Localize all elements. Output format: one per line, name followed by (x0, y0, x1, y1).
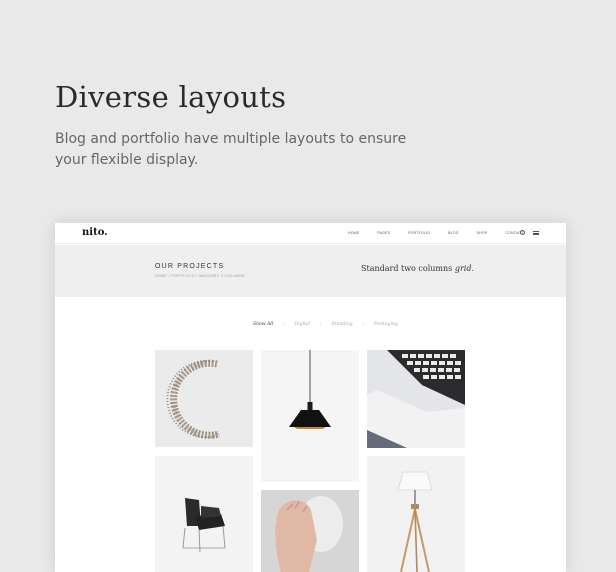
laptop-image (367, 350, 465, 448)
hero-title: Diverse layouts (55, 80, 287, 114)
portfolio-tile-chair[interactable] (155, 456, 253, 572)
preview-nav-home[interactable]: HOME (348, 231, 359, 235)
preview-subtitle-text: Standard two columns (361, 264, 453, 273)
portfolio-tile-hand[interactable] (261, 490, 359, 572)
floor-lamp-image (397, 471, 433, 572)
filter-branding[interactable]: Branding (331, 322, 352, 327)
preview-header: nito. HOME PAGES PORTFOLIO BLOG SHOP CON… (55, 223, 566, 244)
portfolio-tile-pendant-lamp[interactable] (261, 350, 359, 482)
preview-nav-blog[interactable]: BLOG (448, 231, 459, 235)
wreath-image (166, 359, 220, 439)
preview-nav-shop[interactable]: SHOP (477, 231, 488, 235)
chair-image (182, 498, 226, 553)
preview-nav-pages[interactable]: PAGES (377, 231, 390, 235)
pendant-lamp-image (289, 350, 331, 429)
filter-digital[interactable]: Digital (295, 322, 310, 327)
hero-description: Blog and portfolio have multiple layouts… (55, 131, 407, 168)
portfolio-tile-wreath[interactable] (155, 350, 253, 447)
preview-nav-portfolio[interactable]: PORTFOLIO (408, 231, 430, 235)
preview-breadcrumb: HOME / PORTFOLIO / MASONRY 3 COLUMNS (155, 274, 245, 278)
preview-subtitle-emphasis: grid. (454, 264, 474, 273)
portfolio-tile-laptop[interactable] (367, 350, 465, 448)
portfolio-tile-floor-lamp[interactable] (367, 456, 465, 572)
preview-nav: HOME PAGES PORTFOLIO BLOG SHOP CONTACT (348, 231, 541, 235)
preview-filters: Show All / Digital / Branding / Packagin… (253, 322, 398, 327)
filter-packaging[interactable]: Packaging (374, 322, 398, 327)
theme-preview-screenshot: nito. HOME PAGES PORTFOLIO BLOG SHOP CON… (55, 223, 566, 572)
preview-subtitle: Standard two columns grid. (361, 264, 474, 273)
menu-icon[interactable] (533, 231, 539, 235)
preview-logo: nito. (82, 227, 108, 238)
preview-title-band: OUR PROJECTS HOME / PORTFOLIO / MASONRY … (55, 245, 566, 297)
preview-page-title: OUR PROJECTS (155, 263, 225, 270)
search-icon[interactable] (520, 230, 525, 235)
hand-image (261, 490, 359, 572)
filter-show-all[interactable]: Show All (253, 322, 273, 327)
